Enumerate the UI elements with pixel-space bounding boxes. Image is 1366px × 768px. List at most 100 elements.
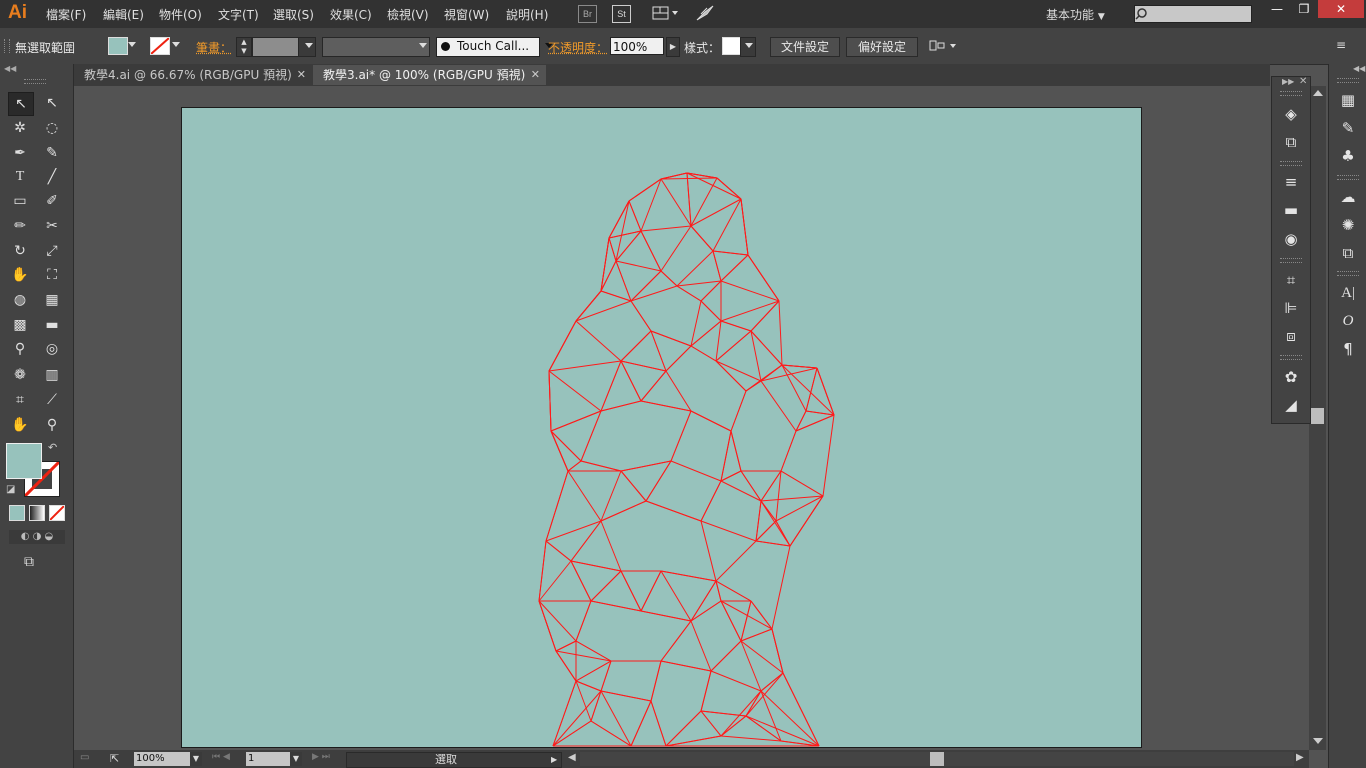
artboard-tool-icon[interactable]: ⌗ <box>8 389 32 411</box>
default-colors-icon[interactable]: ◪ <box>6 484 15 495</box>
line-tool-icon[interactable]: ╱ <box>40 166 64 188</box>
align-options-icon[interactable] <box>928 38 958 54</box>
panel-grip[interactable] <box>1337 175 1359 180</box>
free-transform-tool-icon[interactable]: ⛶ <box>40 264 64 286</box>
selection-tool-icon[interactable]: ↖ <box>8 92 34 116</box>
close-dock-icon[interactable]: ✕ <box>1299 76 1307 87</box>
curvature-tool-icon[interactable]: ✎ <box>40 142 64 164</box>
zoom-input[interactable]: 100% <box>134 752 190 766</box>
magic-wand-tool-icon[interactable]: ✲ <box>8 117 32 139</box>
shape-builder-tool-icon[interactable]: ◍ <box>8 289 32 311</box>
panel-grip[interactable] <box>1280 161 1302 166</box>
scroll-down-icon[interactable] <box>1313 738 1323 744</box>
transform-icon[interactable]: ⌗ <box>1278 269 1304 291</box>
swatches-icon[interactable]: ▦ <box>1335 89 1361 111</box>
character-icon[interactable]: A| <box>1335 282 1361 304</box>
brush-dropdown[interactable]: Touch Call... <box>436 37 553 57</box>
menu-select[interactable]: 選取(S) <box>273 6 314 23</box>
pen-tool-icon[interactable]: ✒ <box>8 142 32 164</box>
image-trace-icon[interactable]: ✺ <box>1335 214 1361 236</box>
panel-grip[interactable] <box>1280 91 1302 96</box>
help-search-input[interactable] <box>1134 5 1252 23</box>
hand-tool-icon[interactable]: ✋ <box>8 414 32 436</box>
stroke-label[interactable]: 筆畫： <box>196 39 232 56</box>
zoom-dropdown[interactable]: ▼ <box>190 752 202 766</box>
document-setup-button[interactable]: 文件設定 <box>770 37 840 57</box>
tab-document-3[interactable]: 教學3.ai* @ 100% (RGB/GPU 預視) ✕ <box>313 65 546 85</box>
menu-effect[interactable]: 效果(C) <box>330 6 372 23</box>
scale-tool-icon[interactable]: ⤢ <box>40 240 64 262</box>
brushes-icon[interactable]: ✎ <box>1335 117 1361 139</box>
gradient-panel-icon[interactable]: ▬ <box>1278 199 1304 221</box>
zoom-tool-icon[interactable]: ⚲ <box>40 414 64 436</box>
artboard-dropdown[interactable]: ▼ <box>290 752 302 766</box>
perspective-grid-tool-icon[interactable]: ▦ <box>40 289 64 311</box>
rectangle-tool-icon[interactable]: ▭ <box>8 190 32 212</box>
opacity-input[interactable]: 100% <box>610 37 664 55</box>
stroke-panel-icon[interactable]: ≡ <box>1278 171 1304 193</box>
bridge-button[interactable]: Br <box>578 5 597 23</box>
close-tab-icon[interactable]: ✕ <box>297 65 306 85</box>
eyedropper-tool-icon[interactable]: ⚲ <box>8 338 32 360</box>
layers-icon[interactable]: ◈ <box>1278 103 1304 125</box>
menu-view[interactable]: 檢視(V) <box>387 6 429 23</box>
blend-tool-icon[interactable]: ◎ <box>40 338 64 360</box>
status-menu-icon[interactable]: ▶ <box>551 755 557 764</box>
panel-grip[interactable] <box>1280 258 1302 263</box>
graphic-style-dropdown[interactable] <box>740 37 756 57</box>
restore-button[interactable]: ❐ <box>1287 0 1321 18</box>
stock-button[interactable]: St <box>612 5 631 23</box>
symbols-icon[interactable]: ♣ <box>1335 145 1361 167</box>
gpu-performance-icon[interactable] <box>695 4 715 22</box>
menu-window[interactable]: 視窗(W) <box>444 6 489 23</box>
pencil-tool-icon[interactable]: ✏ <box>8 215 32 237</box>
panel-grip[interactable] <box>1337 78 1359 83</box>
open-in-new-icon[interactable]: ⇱ <box>110 752 119 765</box>
appearance-icon[interactable]: ◢ <box>1278 394 1304 416</box>
panel-grip[interactable] <box>4 39 10 53</box>
mesh-tool-icon[interactable]: ▩ <box>8 314 32 336</box>
scissors-tool-icon[interactable]: ✂ <box>40 215 64 237</box>
scroll-up-icon[interactable] <box>1313 90 1323 96</box>
first-artboard-icon[interactable]: ⏮ ◀ <box>212 752 230 762</box>
gpu-status-icon[interactable]: ▭ <box>80 752 100 766</box>
vertical-scroll-thumb[interactable] <box>1311 408 1324 424</box>
swap-colors-icon[interactable]: ↶ <box>48 441 57 454</box>
libraries-icon[interactable]: ☁ <box>1335 186 1361 208</box>
artboards-icon[interactable]: ⧉ <box>1278 131 1304 153</box>
stroke-swatch[interactable] <box>150 37 170 55</box>
opacity-slider-toggle[interactable]: ▶ <box>666 37 680 57</box>
fill-chevron-icon[interactable] <box>128 42 136 47</box>
menu-object[interactable]: 物件(O) <box>159 6 202 23</box>
panel-grip[interactable] <box>1337 271 1359 276</box>
stroke-weight-input[interactable] <box>252 37 300 57</box>
type-tool-icon[interactable]: T <box>8 166 32 188</box>
links-icon[interactable]: ⧉ <box>1335 242 1361 264</box>
control-menu-icon[interactable]: ≡ <box>1336 38 1352 52</box>
toolbox-grip[interactable] <box>24 79 46 84</box>
paragraph-icon[interactable]: ¶ <box>1335 338 1361 360</box>
collapse-toolbox-icon[interactable]: ◀◀ <box>4 64 16 73</box>
stroke-stepper[interactable]: ▲ ▼ <box>236 37 252 57</box>
stroke-chevron-icon[interactable] <box>172 42 180 47</box>
gradient-mode-icon[interactable] <box>29 505 45 521</box>
status-display[interactable]: 選取 ▶ <box>346 752 562 768</box>
menu-help[interactable]: 說明(H) <box>506 6 548 23</box>
horizontal-scroll-thumb[interactable] <box>930 752 944 766</box>
menu-file[interactable]: 檔案(F) <box>46 6 86 23</box>
column-graph-tool-icon[interactable]: ▥ <box>40 364 64 386</box>
stroke-weight-dropdown[interactable] <box>298 37 316 57</box>
last-artboard-icon[interactable]: ▶ ⏭ <box>312 752 330 762</box>
artboard-number-input[interactable]: 1 <box>246 752 290 766</box>
menu-type[interactable]: 文字(T) <box>218 6 259 23</box>
scroll-right-icon[interactable]: ▶ <box>1296 752 1304 763</box>
none-mode-icon[interactable] <box>49 505 65 521</box>
color-guide-icon[interactable]: ✿ <box>1278 366 1304 388</box>
triangle-mesh-drawing[interactable] <box>182 108 1141 747</box>
preferences-button[interactable]: 偏好設定 <box>846 37 918 57</box>
tab-document-4[interactable]: 教學4.ai @ 66.67% (RGB/GPU 預視) ✕ <box>74 65 312 85</box>
variable-width-dropdown[interactable] <box>322 37 430 57</box>
align-icon[interactable]: ⊫ <box>1278 297 1304 319</box>
warp-tool-icon[interactable]: ✋ <box>8 264 32 286</box>
rotate-tool-icon[interactable]: ↻ <box>8 240 32 262</box>
